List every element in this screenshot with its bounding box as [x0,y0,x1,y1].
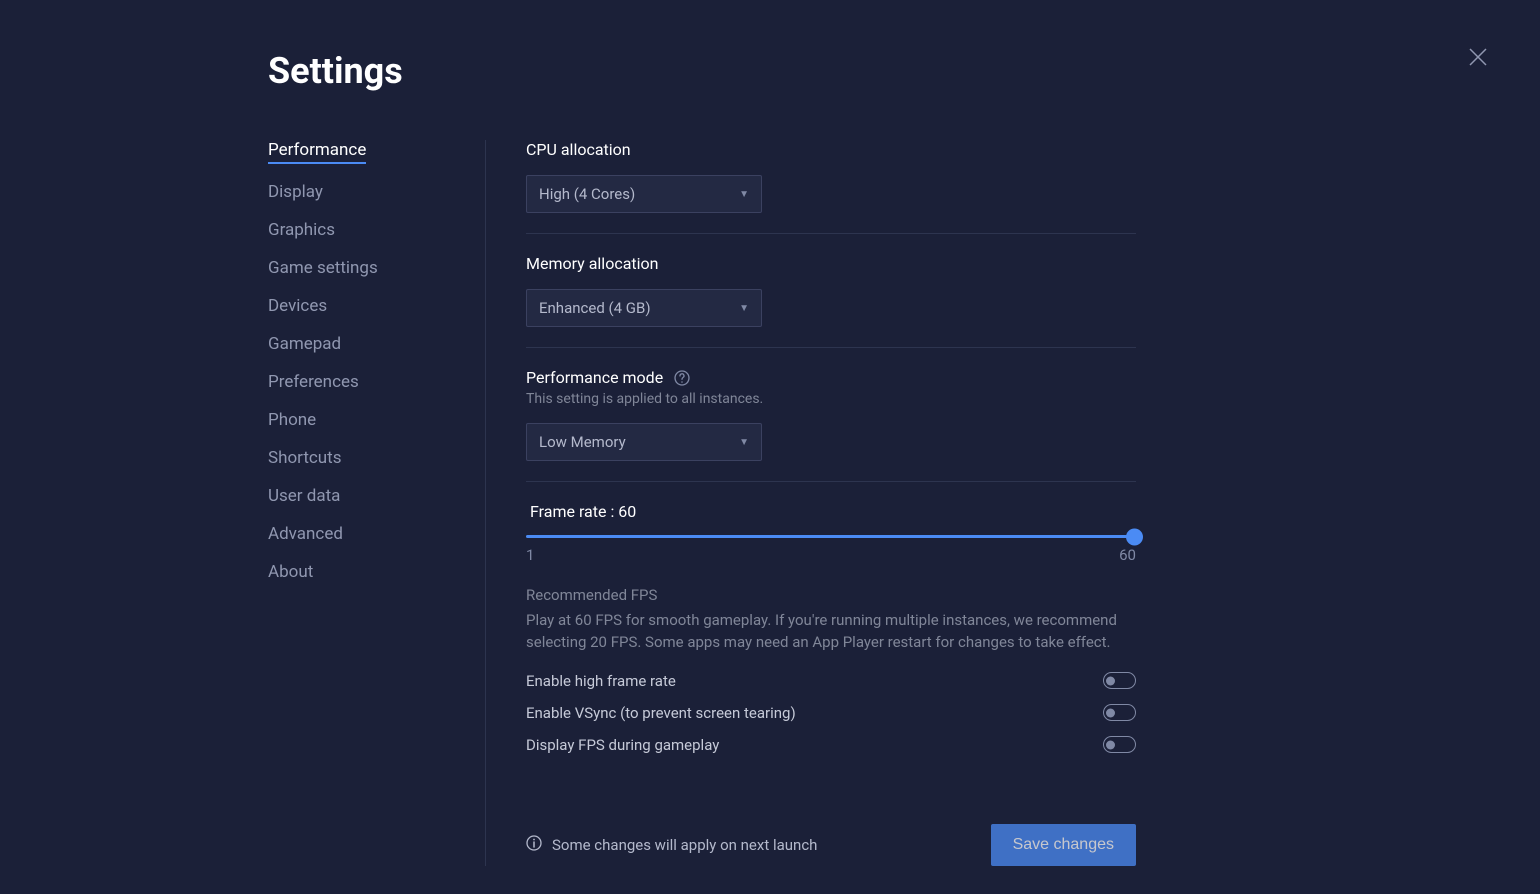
cpu-allocation-value: High (4 Cores) [539,185,635,203]
sidebar-item-about[interactable]: About [268,562,485,582]
vsync-toggle[interactable] [1103,704,1136,721]
sidebar-item-graphics[interactable]: Graphics [268,220,485,240]
high-frame-rate-row: Enable high frame rate [526,672,1136,690]
chevron-down-icon: ▼ [739,437,749,448]
performance-mode-label-text: Performance mode [526,368,663,387]
page-title: Settings [268,50,1480,92]
sidebar-item-advanced[interactable]: Advanced [268,524,485,544]
performance-mode-dropdown[interactable]: Low Memory ▼ [526,423,762,461]
memory-allocation-value: Enhanced (4 GB) [539,299,651,317]
footer-note-text: Some changes will apply on next launch [552,836,817,854]
performance-mode-section: Performance mode This setting is applied… [526,368,1136,482]
sidebar-item-performance[interactable]: Performance [268,140,366,164]
slider-max: 60 [1119,546,1136,564]
memory-allocation-dropdown[interactable]: Enhanced (4 GB) ▼ [526,289,762,327]
fps-recommendation-text: Recommended FPS Play at 60 FPS for smoot… [526,584,1136,654]
footer-bar: Some changes will apply on next launch S… [526,824,1136,866]
chevron-down-icon: ▼ [739,303,749,314]
toggle-knob [1106,740,1115,749]
sidebar-item-user-data[interactable]: User data [268,486,485,506]
sidebar-item-devices[interactable]: Devices [268,296,485,316]
info-icon [526,835,542,855]
frame-rate-section: Frame rate : 60 1 60 Recommended FPS Pla… [526,502,1136,788]
memory-allocation-section: Memory allocation Enhanced (4 GB) ▼ [526,254,1136,348]
toggle-knob [1106,676,1115,685]
performance-mode-label: Performance mode [526,368,1136,387]
footer-note: Some changes will apply on next launch [526,835,817,855]
toggle-knob [1106,708,1115,717]
sidebar-item-preferences[interactable]: Preferences [268,372,485,392]
high-frame-rate-label: Enable high frame rate [526,672,676,690]
sidebar-item-display[interactable]: Display [268,182,485,202]
performance-mode-sublabel: This setting is applied to all instances… [526,391,1136,407]
display-fps-label: Display FPS during gameplay [526,736,719,754]
performance-mode-value: Low Memory [539,433,626,451]
frame-rate-slider[interactable] [526,535,1136,538]
high-frame-rate-toggle[interactable] [1103,672,1136,689]
slider-min: 1 [526,546,534,564]
cpu-allocation-dropdown[interactable]: High (4 Cores) ▼ [526,175,762,213]
sidebar-item-gamepad[interactable]: Gamepad [268,334,485,354]
display-fps-toggle[interactable] [1103,736,1136,753]
sidebar-item-game-settings[interactable]: Game settings [268,258,485,278]
cpu-allocation-section: CPU allocation High (4 Cores) ▼ [526,140,1136,234]
vsync-row: Enable VSync (to prevent screen tearing) [526,704,1136,722]
frame-rate-label: Frame rate : 60 [530,502,1136,521]
close-button[interactable] [1466,45,1490,69]
memory-allocation-label: Memory allocation [526,254,1136,273]
display-fps-row: Display FPS during gameplay [526,736,1136,754]
help-icon[interactable] [673,369,691,387]
slider-thumb[interactable] [1126,528,1143,545]
fps-note-title: Recommended FPS [526,584,1136,607]
vsync-label: Enable VSync (to prevent screen tearing) [526,704,796,722]
cpu-allocation-label: CPU allocation [526,140,1136,159]
settings-panel: CPU allocation High (4 Cores) ▼ Memory a… [486,140,1176,866]
sidebar-item-phone[interactable]: Phone [268,410,485,430]
chevron-down-icon: ▼ [739,189,749,200]
save-button[interactable]: Save changes [991,824,1136,866]
settings-sidebar: Performance Display Graphics Game settin… [268,140,486,866]
sidebar-item-shortcuts[interactable]: Shortcuts [268,448,485,468]
slider-value-range: 1 60 [526,546,1136,564]
fps-note-body: Play at 60 FPS for smooth gameplay. If y… [526,609,1136,654]
close-icon [1469,48,1487,66]
